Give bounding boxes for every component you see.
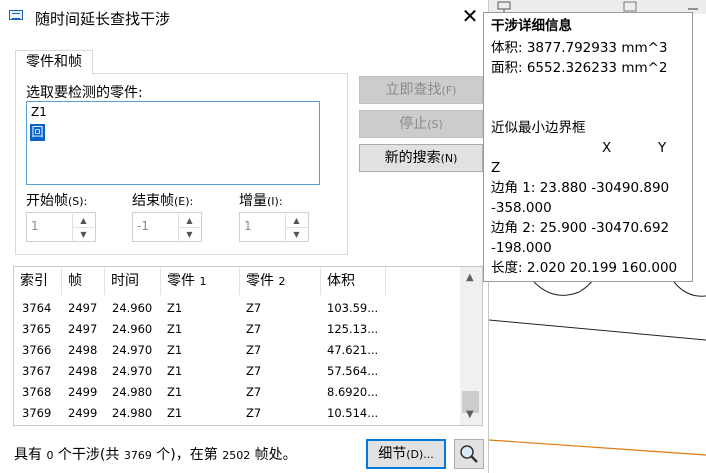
cell-volume: 47.621...: [327, 343, 379, 357]
table-header: 索引 帧 时间 零件 1 零件 2 体积: [14, 267, 460, 295]
cell-part2: Z7: [246, 364, 262, 378]
increment-label: 增量(I):: [239, 193, 283, 209]
list-item[interactable]: Z1: [31, 105, 47, 119]
end-frame-spinner[interactable]: -1 ▲ ▼: [132, 212, 202, 242]
cell-volume: 103.59...: [327, 301, 379, 315]
spin-down-icon[interactable]: ▼: [178, 228, 200, 241]
status-text: 具有 0 个干涉(共 3769 个)，在第 2502 帧处。: [14, 447, 297, 463]
cell-time: 24.980: [112, 385, 153, 399]
interference-table[interactable]: 索引 帧 时间 零件 1 零件 2 体积 3764 2497 24.960 Z1 Z7 1…: [13, 266, 483, 426]
table-row[interactable]: 3768 2499 24.980 Z1 Z7 8.6920...: [14, 382, 460, 403]
length-text: 长度: 2.020 20.199 160.000: [491, 260, 678, 276]
end-frame-label: 结束帧(E):: [132, 193, 194, 209]
cell-frame: 2499: [68, 406, 98, 420]
interference-dialog: 随时间延长查找干涉 ✕ 零件和帧 选取要检测的零件: Z1 回 开始帧(S): …: [0, 0, 489, 473]
cell-index: 3765: [22, 322, 52, 336]
spin-up-icon[interactable]: ▲: [285, 214, 307, 228]
cell-part1: Z1: [167, 364, 183, 378]
cell-frame: 2497: [68, 322, 98, 336]
bbox-col-y: Y: [658, 140, 667, 156]
cell-index: 3767: [22, 364, 52, 378]
cell-part2: Z7: [246, 406, 262, 420]
cell-time: 24.970: [112, 343, 153, 357]
title-bar: 随时间延长查找干涉 ✕: [0, 0, 488, 34]
spin-down-icon[interactable]: ▼: [285, 228, 307, 241]
table-row[interactable]: 3765 2497 24.960 Z1 Z7 125.13...: [14, 319, 460, 340]
cell-time: 24.960: [112, 322, 153, 336]
vertical-scrollbar[interactable]: ▲ ▼: [460, 267, 482, 425]
scroll-up-icon[interactable]: ▲: [466, 272, 474, 283]
list-item-selected[interactable]: 回: [30, 124, 45, 141]
start-frame-value: 1: [31, 219, 39, 233]
start-frame-spinner[interactable]: 1 ▲ ▼: [26, 212, 96, 242]
zoom-to-button[interactable]: [454, 439, 484, 469]
spin-down-icon[interactable]: ▼: [72, 228, 94, 241]
cell-volume: 125.13...: [327, 322, 379, 336]
interference-details-tooltip: 干涉详细信息 体积: 3877.792933 mm^3 面积: 6552.326…: [483, 12, 693, 282]
stop-button[interactable]: 停止(S): [359, 110, 483, 138]
spin-up-icon[interactable]: ▲: [178, 214, 200, 228]
cell-frame: 2499: [68, 385, 98, 399]
cell-part1: Z1: [167, 322, 183, 336]
find-now-button[interactable]: 立即查找(F): [359, 76, 483, 104]
parts-listbox[interactable]: Z1 回: [26, 101, 320, 185]
app-icon: [9, 10, 23, 20]
tab-parts-frames[interactable]: 零件和帧: [15, 50, 93, 74]
cell-time: 24.970: [112, 364, 153, 378]
scroll-down-icon[interactable]: ▼: [466, 409, 474, 420]
column-header-volume[interactable]: 体积: [321, 267, 386, 295]
cell-part1: Z1: [167, 343, 183, 357]
cell-index: 3769: [22, 406, 52, 420]
cell-part1: Z1: [167, 301, 183, 315]
cell-index: 3764: [22, 301, 52, 315]
select-parts-label: 选取要检测的零件:: [26, 85, 143, 101]
cell-volume: 8.6920...: [327, 385, 379, 399]
cell-volume: 10.514...: [327, 406, 379, 420]
corner1-line1: 边角 1: 23.880 -30490.890: [491, 180, 670, 196]
corner2-line2: -198.000: [491, 240, 552, 256]
table-row[interactable]: 3767 2498 24.970 Z1 Z7 57.564...: [14, 361, 460, 382]
corner1-line2: -358.000: [491, 200, 552, 216]
table-row[interactable]: 3766 2498 24.970 Z1 Z7 47.621...: [14, 340, 460, 361]
table-row[interactable]: 3764 2497 24.960 Z1 Z7 103.59...: [14, 298, 460, 319]
cell-part2: Z7: [246, 322, 262, 336]
area-text: 面积: 6552.326233 mm^2: [491, 60, 668, 76]
end-frame-value: -1: [137, 219, 149, 233]
bbox-title: 近似最小边界框: [491, 120, 586, 136]
cell-index: 3768: [22, 385, 52, 399]
corner2-line1: 边角 2: 25.900 -30470.692: [491, 220, 670, 236]
tooltip-title: 干涉详细信息: [491, 18, 572, 34]
increment-spinner[interactable]: 1 ▲ ▼: [239, 212, 309, 242]
increment-value: 1: [244, 219, 252, 233]
table-row[interactable]: 3769 2499 24.980 Z1 Z7 10.514...: [14, 403, 460, 424]
column-header-part2[interactable]: 零件 2: [240, 267, 321, 295]
cell-frame: 2498: [68, 343, 98, 357]
column-header-time[interactable]: 时间: [105, 267, 161, 295]
dialog-title: 随时间延长查找干涉: [35, 10, 171, 28]
column-header-part1[interactable]: 零件 1: [161, 267, 240, 295]
start-frame-label: 开始帧(S):: [26, 193, 88, 209]
column-header-frame[interactable]: 帧: [62, 267, 105, 295]
volume-text: 体积: 3877.792933 mm^3: [491, 40, 668, 56]
cell-part2: Z7: [246, 385, 262, 399]
cell-frame: 2497: [68, 301, 98, 315]
column-header-index[interactable]: 索引: [14, 267, 62, 295]
bbox-col-z: Z: [491, 160, 501, 176]
cell-time: 24.980: [112, 406, 153, 420]
zoom-icon: [460, 445, 478, 463]
cell-part1: Z1: [167, 385, 183, 399]
cell-frame: 2498: [68, 364, 98, 378]
new-search-button[interactable]: 新的搜索(N): [359, 144, 483, 172]
cell-time: 24.960: [112, 301, 153, 315]
cell-part2: Z7: [246, 301, 262, 315]
cell-part2: Z7: [246, 343, 262, 357]
spin-up-icon[interactable]: ▲: [72, 214, 94, 228]
details-button[interactable]: 细节(D)...: [366, 439, 446, 469]
cell-part1: Z1: [167, 406, 183, 420]
cell-index: 3766: [22, 343, 52, 357]
close-button[interactable]: ✕: [455, 2, 485, 32]
cell-volume: 57.564...: [327, 364, 379, 378]
bbox-col-x: X: [602, 140, 612, 156]
